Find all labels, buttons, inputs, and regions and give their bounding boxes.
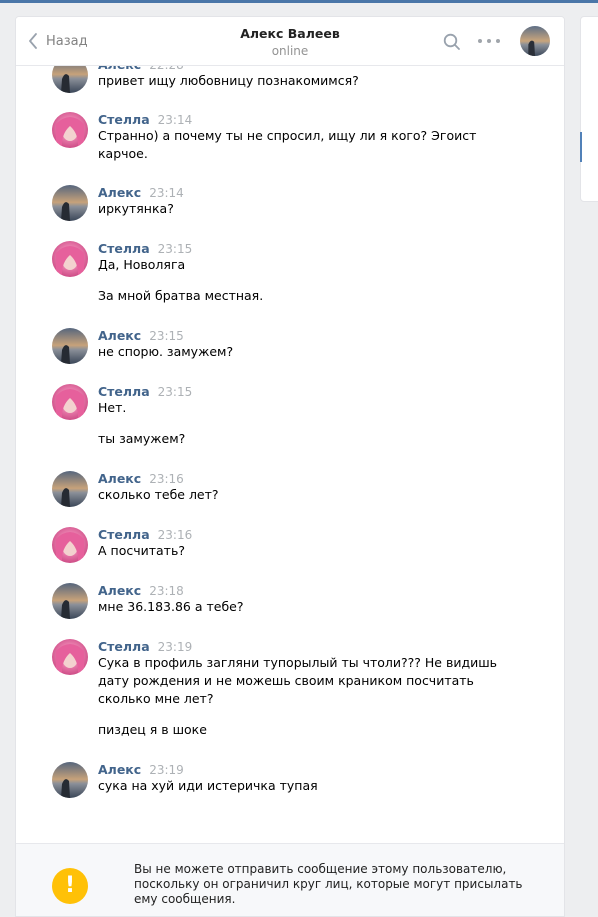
message-meta: Стелла 23:15: [98, 241, 518, 256]
avatar-alex[interactable]: [52, 762, 88, 798]
message-author[interactable]: Алекс: [98, 185, 141, 200]
avatar-alex[interactable]: [52, 185, 88, 221]
message-meta: Стелла 23:19: [98, 639, 518, 654]
more-dot-icon: [487, 39, 491, 43]
avatar-stella[interactable]: [52, 241, 88, 277]
blocked-notice-text: Вы не можете отправить сообщение этому п…: [134, 862, 523, 906]
contact-avatar[interactable]: [520, 26, 550, 56]
message-body: Алекс 23:18 мне 36.183.86 а тебе?: [98, 583, 518, 616]
message-body: Алекс 23:15 не спорю. замужем?: [98, 328, 518, 361]
message-body: Алекс 23:16 сколько тебе лет?: [98, 471, 518, 504]
message-text: А посчитать?: [98, 543, 185, 558]
top-accent-bar: [0, 0, 598, 3]
message-meta: Алекс 22:28: [98, 65, 518, 72]
message-text: Да, Новоляга: [98, 257, 186, 272]
message-text: Нет.: [98, 400, 127, 415]
search-icon: [443, 33, 460, 50]
message-author[interactable]: Стелла: [98, 112, 150, 127]
avatar-stella[interactable]: [52, 527, 88, 563]
message-meta: Стелла 23:14: [98, 112, 518, 127]
more-actions-button[interactable]: [478, 32, 500, 50]
search-button[interactable]: [443, 33, 461, 54]
message-body: Стелла 23:15 Да, Новоляга За мной братва ме…: [98, 241, 518, 305]
message-body: Стелла 23:14 Странно) а почему ты не спрос…: [98, 112, 518, 163]
message-meta: Алекс 23:15: [98, 328, 518, 343]
dialog-header: Назад Алекс Валеев online: [16, 17, 564, 66]
message-time[interactable]: 23:16: [149, 472, 184, 486]
message-meta: Алекс 23:18: [98, 583, 518, 598]
avatar-alex[interactable]: [52, 471, 88, 507]
message-time[interactable]: 23:14: [149, 186, 184, 200]
message-body: Алекс 23:14 иркутянка?: [98, 185, 518, 218]
message-body: Стелла 23:16 А посчитать?: [98, 527, 518, 560]
message-author[interactable]: Алекс: [98, 471, 141, 486]
message-text: не спорю. замужем?: [98, 344, 234, 359]
message-text: сука на хуй иди истеричка тупая: [98, 778, 318, 793]
message-meta: Алекс 23:16: [98, 471, 518, 486]
message-text: За мной братва местная.: [98, 288, 264, 303]
message-author[interactable]: Алекс: [98, 762, 141, 777]
message-text: Странно) а почему ты не спросил, ищу ли …: [98, 128, 477, 161]
message-author[interactable]: Стелла: [98, 527, 150, 542]
message-text: пиздец я в шоке: [98, 722, 207, 737]
message-time[interactable]: 23:19: [149, 763, 184, 777]
message-time[interactable]: 22:28: [149, 65, 184, 72]
message-meta: Алекс 23:14: [98, 185, 518, 200]
message-text: ты замужем?: [98, 431, 186, 446]
message-meta: Стелла 23:15: [98, 384, 518, 399]
message-body: Стелла 23:19 Сука в профиль загляни тупоры…: [98, 639, 518, 739]
side-menu-card: [580, 16, 598, 202]
message-text: мне 36.183.86 а тебе?: [98, 599, 244, 614]
blocked-composer-notice: ! Вы не можете отправить сообщение этому…: [16, 843, 564, 916]
avatar-stella[interactable]: [52, 639, 88, 675]
dialog-panel: Назад Алекс Валеев online 22:28 привет и…: [15, 16, 565, 917]
message-text: привет ищу любовницу познакомимся?: [98, 73, 359, 88]
side-menu-active-marker: [580, 132, 582, 162]
message-text: Сука в профиль загляни тупорылый ты чтол…: [98, 655, 498, 706]
message-author[interactable]: Стелла: [98, 241, 150, 256]
message-body: Алекс 23:19 сука на хуй иди истеричка тупа…: [98, 762, 518, 795]
message-author[interactable]: Алекс: [98, 583, 141, 598]
message-time[interactable]: 23:15: [158, 385, 193, 399]
message-time[interactable]: 23:19: [158, 640, 193, 654]
message-time[interactable]: 23:15: [149, 329, 184, 343]
message-meta: Алекс 23:19: [98, 762, 518, 777]
message-history: Алекс 22:28привет ищу любовницу познакоми…: [16, 65, 564, 843]
avatar-alex[interactable]: [52, 65, 88, 93]
message-author[interactable]: Алекс: [98, 65, 141, 72]
message-text: сколько тебе лет?: [98, 487, 219, 502]
message-body: Стелла 23:15 Нет. ты замужем?: [98, 384, 518, 448]
message-text: иркутянка?: [98, 201, 174, 216]
message-author[interactable]: Алекс: [98, 328, 141, 343]
more-dot-icon: [496, 39, 500, 43]
avatar-stella[interactable]: [52, 384, 88, 420]
avatar-stella[interactable]: [52, 112, 88, 148]
message-meta: Стелла 23:16: [98, 527, 518, 542]
avatar-alex[interactable]: [52, 583, 88, 619]
message-time[interactable]: 23:18: [149, 584, 184, 598]
message-time[interactable]: 23:15: [158, 242, 193, 256]
more-dot-icon: [478, 39, 482, 43]
message-author[interactable]: Стелла: [98, 639, 150, 654]
avatar-alex[interactable]: [52, 328, 88, 364]
exclamation-icon: !: [52, 868, 88, 904]
message-body: Алекс 22:28привет ищу любовницу познакоми…: [98, 65, 518, 90]
message-time[interactable]: 23:14: [158, 113, 193, 127]
message-author[interactable]: Стелла: [98, 384, 150, 399]
message-time[interactable]: 23:16: [158, 528, 193, 542]
